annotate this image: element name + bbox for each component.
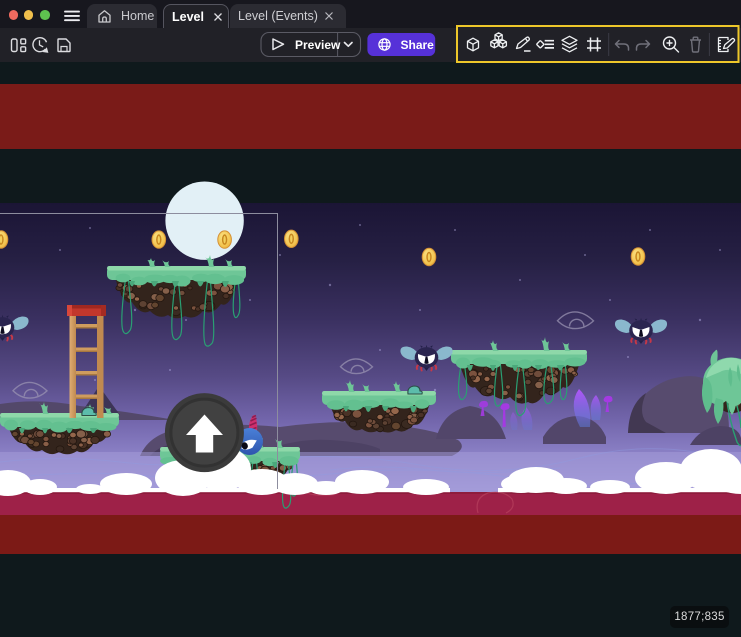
svg-text:Share: Share	[401, 38, 435, 52]
svg-text:Preview: Preview	[295, 38, 341, 52]
